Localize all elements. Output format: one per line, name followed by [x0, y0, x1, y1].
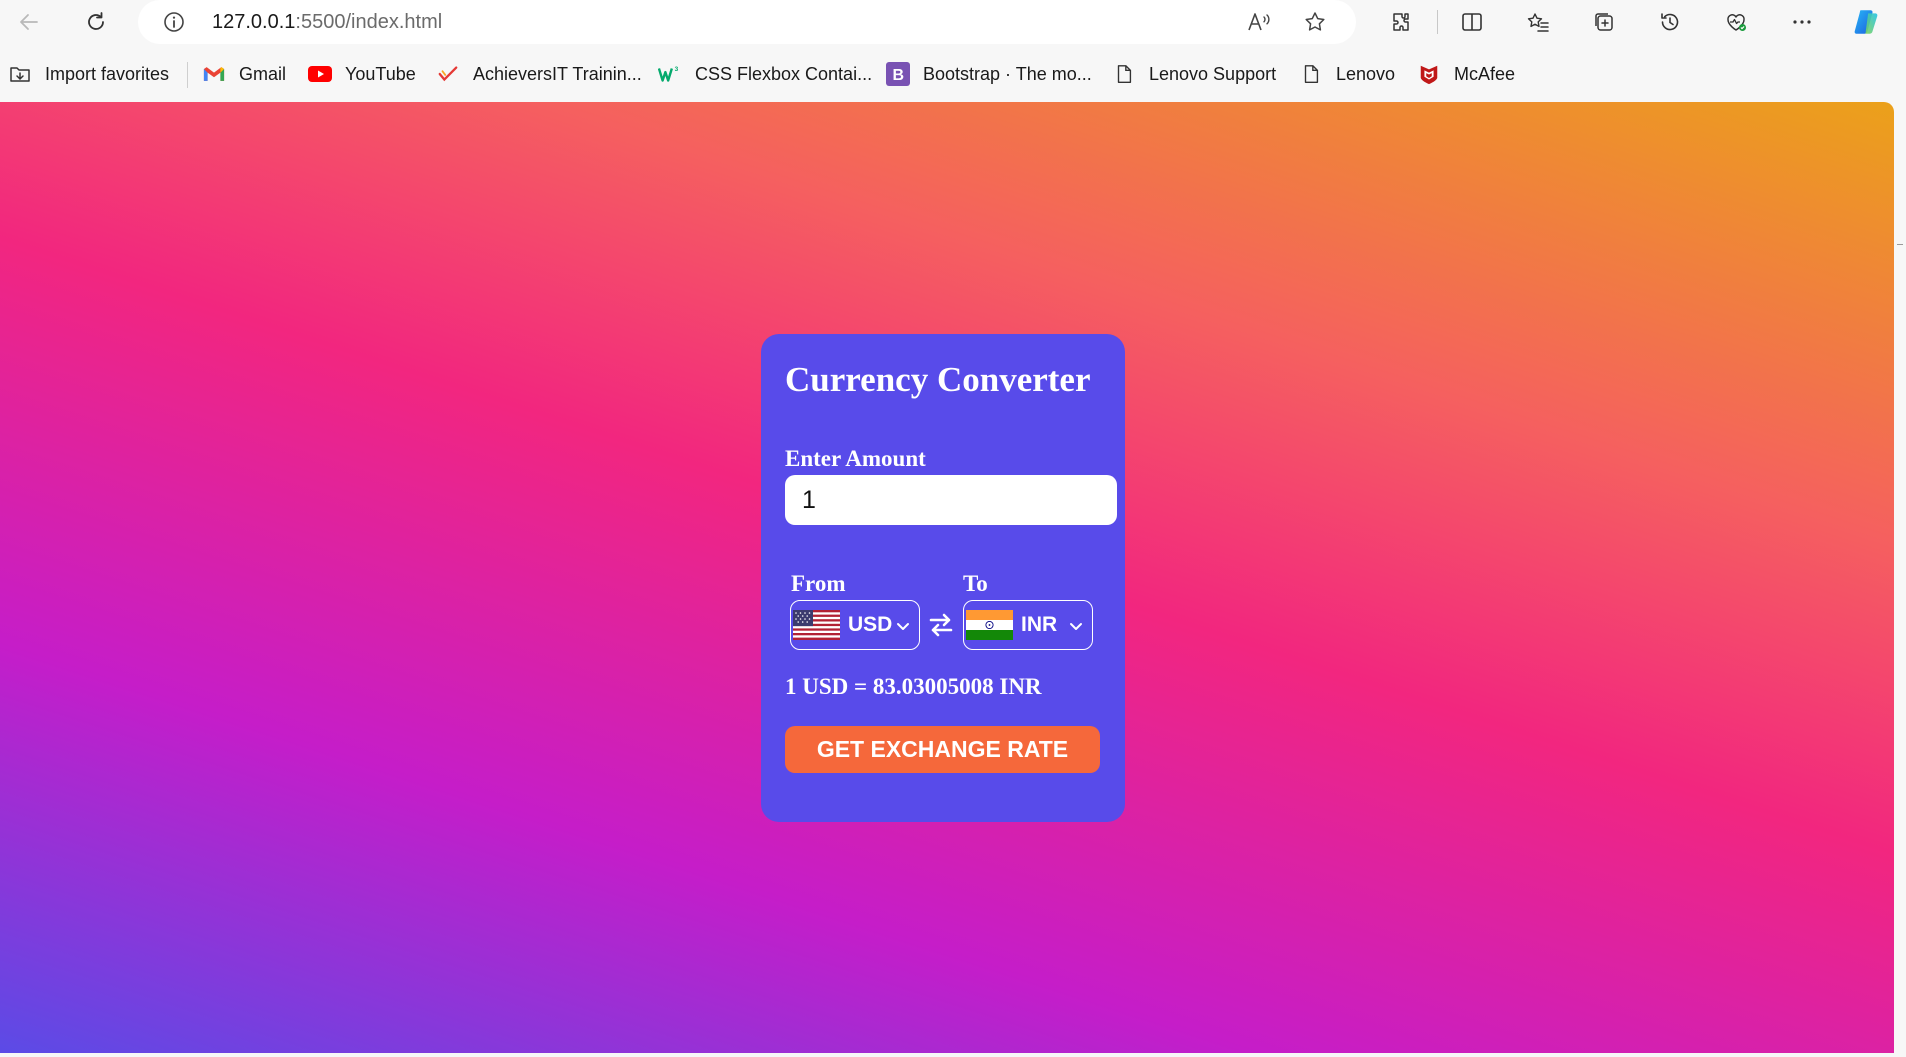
- page-title: Currency Converter: [785, 360, 1091, 399]
- bookmarks-divider: [187, 62, 188, 88]
- converter-card: Currency Converter Enter Amount From To: [761, 334, 1125, 822]
- bookmark-gmail[interactable]: Gmail: [202, 60, 286, 88]
- bookmark-lenovo[interactable]: Lenovo: [1299, 60, 1395, 88]
- info-icon[interactable]: [162, 10, 186, 34]
- back-icon[interactable]: [12, 6, 46, 38]
- bookmark-bootstrap[interactable]: B Bootstrap · The mo...: [886, 60, 1092, 88]
- extensions-icon[interactable]: [1384, 6, 1418, 38]
- bookmark-label: Gmail: [239, 63, 287, 84]
- bookmark-lenovo-support[interactable]: Lenovo Support: [1112, 60, 1276, 88]
- chevron-down-icon: [1070, 623, 1082, 630]
- page-icon: [1112, 62, 1136, 86]
- from-currency-select[interactable]: USD: [790, 600, 920, 650]
- copilot-icon[interactable]: [1849, 6, 1883, 38]
- amount-input[interactable]: [785, 475, 1117, 525]
- from-currency-code: USD: [848, 613, 893, 636]
- bookmark-label: Lenovo: [1336, 63, 1396, 84]
- history-icon[interactable]: [1653, 6, 1687, 38]
- svg-text:B: B: [893, 67, 905, 84]
- bookmark-label: McAfee: [1454, 63, 1516, 84]
- from-label: From: [791, 571, 846, 596]
- bookmark-import-favorites[interactable]: Import favorites: [8, 60, 169, 88]
- refresh-icon[interactable]: [79, 6, 113, 38]
- favorites-icon[interactable]: [1521, 6, 1555, 38]
- bookmark-label: YouTube: [345, 63, 416, 84]
- url-text[interactable]: 127.0.0.1:5500/index.html: [212, 11, 442, 34]
- get-exchange-rate-button[interactable]: GET EXCHANGE RATE: [785, 726, 1100, 773]
- gmail-icon: [202, 62, 226, 86]
- read-aloud-icon[interactable]: [1246, 10, 1272, 34]
- bookmark-achieversit[interactable]: AchieversIT Trainin...: [436, 60, 642, 88]
- scrollbar-mark: [1897, 244, 1903, 245]
- to-currency-code: INR: [1021, 613, 1058, 636]
- url-host: 127.0.0.1: [212, 11, 296, 33]
- toolbar-divider: [1437, 10, 1438, 34]
- svg-text:3: 3: [675, 66, 679, 73]
- bookmark-label: Import favorites: [45, 63, 170, 84]
- browser-toolbar: 127.0.0.1:5500/index.html: [0, 0, 1906, 44]
- chevron-down-icon: [897, 623, 909, 630]
- mcafee-icon: [1417, 62, 1441, 86]
- to-label: To: [963, 571, 988, 596]
- w3schools-icon: 3: [658, 62, 682, 86]
- bookmark-label: AchieversIT Trainin...: [473, 63, 642, 84]
- to-currency-select[interactable]: INR: [963, 600, 1093, 650]
- exchange-rate-text: 1 USD = 83.03005008 INR: [785, 674, 1042, 699]
- address-bar[interactable]: 127.0.0.1:5500/index.html: [138, 0, 1356, 44]
- youtube-icon: [308, 62, 332, 86]
- import-icon: [8, 62, 32, 86]
- url-path: :5500/index.html: [295, 11, 443, 33]
- bookmark-youtube[interactable]: YouTube: [308, 60, 416, 88]
- india-flag-icon: [966, 610, 1013, 640]
- favorite-star-icon[interactable]: [1302, 10, 1328, 34]
- bookmark-mcafee[interactable]: McAfee: [1417, 60, 1515, 88]
- bootstrap-icon: B: [886, 62, 910, 86]
- page-icon: [1299, 62, 1323, 86]
- page-viewport: Currency Converter Enter Amount From To: [0, 102, 1894, 1053]
- split-screen-icon[interactable]: [1455, 6, 1489, 38]
- more-icon[interactable]: [1785, 6, 1819, 38]
- bookmark-label: Lenovo Support: [1149, 63, 1277, 84]
- amount-label: Enter Amount: [785, 446, 926, 471]
- collections-icon[interactable]: [1587, 6, 1621, 38]
- browser-essentials-icon[interactable]: [1719, 6, 1753, 38]
- bookmark-label: CSS Flexbox Contai...: [695, 63, 873, 84]
- bookmark-label: Bootstrap · The mo...: [923, 63, 1092, 84]
- achieversit-icon: [436, 62, 460, 86]
- bookmarks-bar: Import favorites Gmail YouTube Achievers…: [0, 56, 1906, 92]
- bookmark-css-flexbox[interactable]: 3 CSS Flexbox Contai...: [658, 60, 872, 88]
- swap-arrows-icon[interactable]: [928, 612, 954, 638]
- us-flag-icon: [793, 610, 840, 640]
